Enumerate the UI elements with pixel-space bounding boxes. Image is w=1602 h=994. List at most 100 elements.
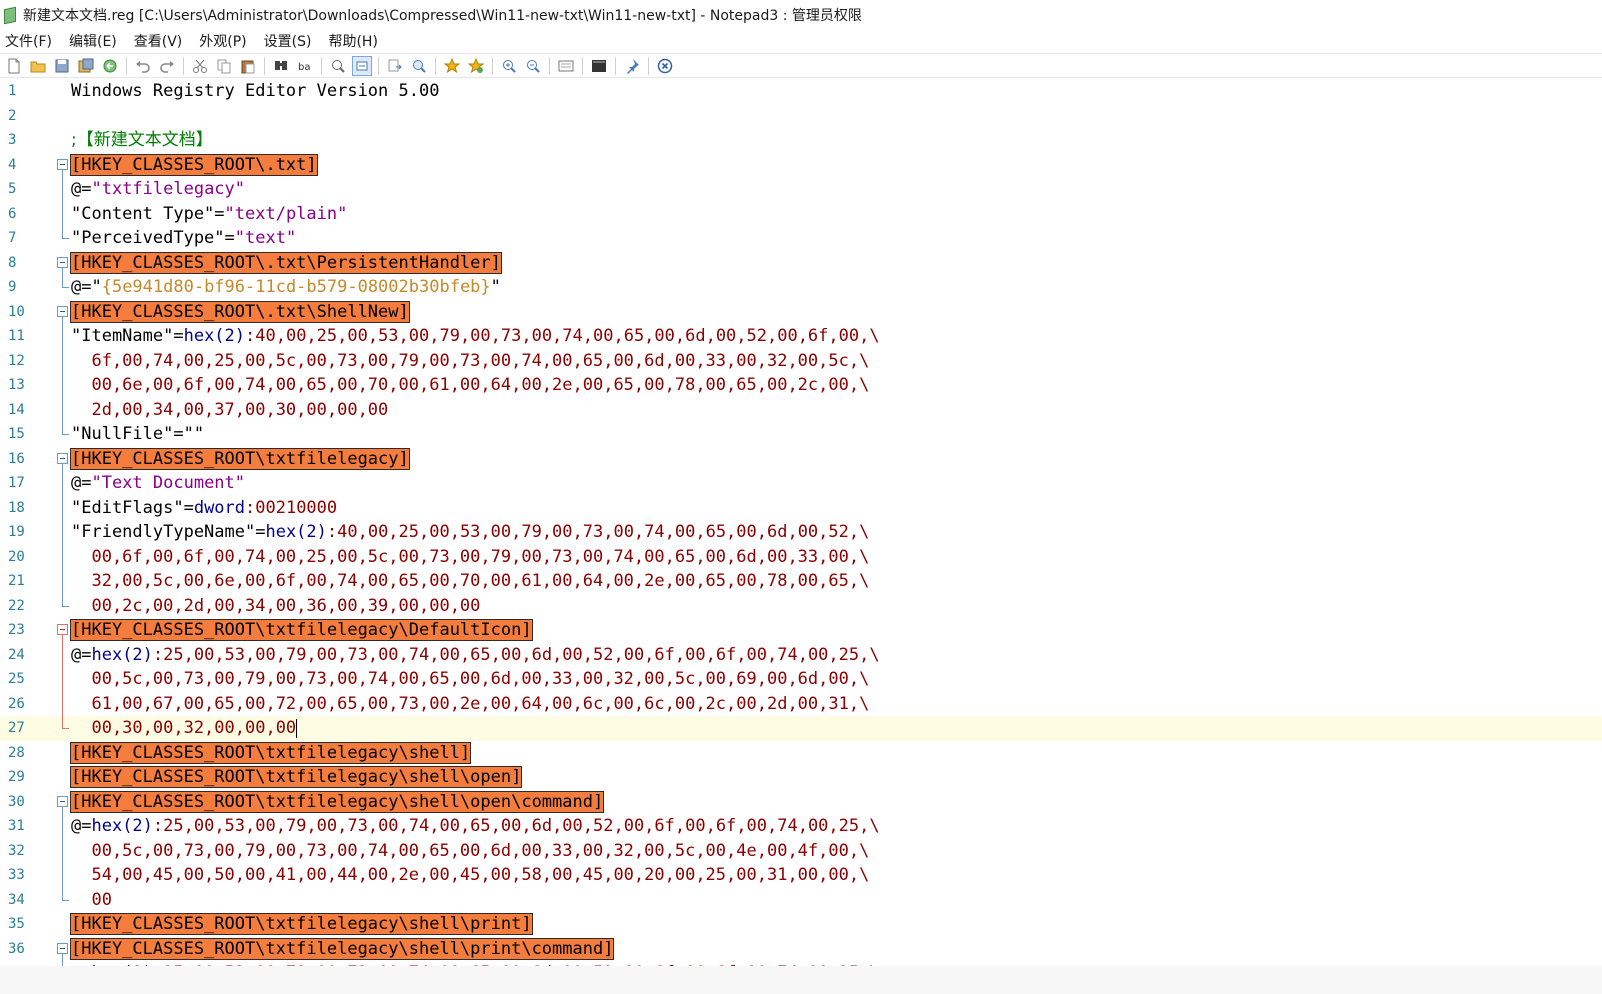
line-number: 15 (8, 426, 25, 442)
zoom-in-icon[interactable] (499, 56, 519, 76)
zoom-find-icon[interactable] (409, 56, 429, 76)
cut-icon[interactable] (190, 56, 210, 76)
menu-item-2[interactable]: 查看(V) (129, 31, 189, 51)
undo-icon[interactable] (133, 56, 153, 76)
editor-line[interactable]: 12 6f,00,74,00,25,00,5c,00,73,00,79,00,7… (0, 348, 1602, 373)
fold-margin (56, 912, 69, 937)
fold-guide (56, 544, 69, 569)
copy-icon[interactable] (214, 56, 234, 76)
exit-icon[interactable] (655, 56, 675, 76)
code-token: "FriendlyTypeName"= (71, 522, 266, 542)
editor-line[interactable]: 7 "PerceivedType"="text" (0, 226, 1602, 251)
horizontal-scrollbar[interactable] (0, 966, 1602, 994)
editor-area[interactable]: 1 Windows Registry Editor Version 5.00 2 3;… (0, 79, 1602, 994)
editor-line[interactable]: 23 [HKEY_CLASSES_ROOT\txtfilelegacy\Defau… (0, 618, 1602, 643)
editor-line[interactable]: 26 61,00,67,00,65,00,72,00,65,00,73,00,2… (0, 691, 1602, 716)
editor-line[interactable]: 10 [HKEY_CLASSES_ROOT\.txt\ShellNew] (0, 300, 1602, 325)
registry-key-section: [HKEY_CLASSES_ROOT\txtfilelegacy\shell\p… (69, 937, 615, 960)
revert-icon[interactable] (100, 56, 120, 76)
code-token: @= (71, 644, 92, 665)
editor-line[interactable]: 9 @="{5e941d80-bf96-11cd-b579-08002b30bfe… (0, 275, 1602, 300)
editor-line[interactable]: 30 [HKEY_CLASSES_ROOT\txtfilelegacy\shell… (0, 790, 1602, 815)
registry-key-section: [HKEY_CLASSES_ROOT\txtfilelegacy\shell\o… (69, 766, 523, 788)
editor-line[interactable]: 14 2d,00,34,00,37,00,30,00,00,00 (0, 397, 1602, 422)
editor-line[interactable]: 32 00,5c,00,73,00,79,00,73,00,74,00,65,0… (0, 838, 1602, 863)
menu-item-4[interactable]: 设置(S) (259, 31, 318, 51)
add-favorite-icon[interactable] (466, 56, 486, 76)
editor-line[interactable]: 17 @="Text Document" (0, 471, 1602, 496)
fold-guide (56, 495, 69, 520)
editor-line[interactable]: 20 00,6f,00,6f,00,74,00,25,00,5c,00,73,0… (0, 544, 1602, 569)
editor-line[interactable]: 1 Windows Registry Editor Version 5.00 (0, 79, 1602, 104)
fold-toggle-icon[interactable] (56, 618, 69, 643)
replace-icon[interactable]: ba (295, 56, 315, 76)
fold-toggle-icon[interactable] (56, 153, 69, 178)
code-token: ;【新建文本文档】 (71, 130, 213, 150)
terminal-icon[interactable] (589, 56, 609, 76)
editor-line[interactable]: 3 ;【新建文本文档】 (0, 128, 1602, 153)
editor-line[interactable]: 35 [HKEY_CLASSES_ROOT\txtfilelegacy\shell… (0, 912, 1602, 937)
favorite-icon[interactable] (442, 56, 462, 76)
editor-line[interactable]: 31 @=hex(2):25,00,53,00,79,00,73,00,74,00… (0, 814, 1602, 839)
redo-icon[interactable] (157, 56, 177, 76)
line-number: 18 (8, 499, 25, 516)
goto-icon[interactable] (385, 56, 405, 76)
registry-key-section: [HKEY_CLASSES_ROOT\txtfilelegacy\shell\p… (70, 913, 533, 935)
line-number: 9 (8, 279, 17, 295)
editor-line[interactable]: 6 "Content Type"="text/plain" (0, 201, 1602, 226)
editor-line[interactable]: 21 32,00,5c,00,6e,00,6f,00,74,00,65,00,7… (0, 569, 1602, 594)
scheme-icon[interactable] (556, 56, 576, 76)
fold-margin (56, 79, 69, 104)
editor-line[interactable]: 22 00,2c,00,2d,00,34,00,36,00,39,00,00,0… (0, 593, 1602, 619)
save-icon[interactable] (52, 56, 72, 76)
editor-line[interactable]: 13 00,6e,00,6f,00,74,00,65,00,70,00,61,0… (0, 373, 1602, 398)
fold-toggle-icon[interactable] (56, 300, 69, 325)
code-text: @=hex(2):25,00,53,00,79,00,73,00,74,00,6… (71, 816, 880, 836)
new-file-icon[interactable] (4, 56, 24, 76)
fold-guide (56, 863, 69, 888)
fold-toggle-icon[interactable] (56, 251, 69, 276)
editor-line[interactable]: 27 00,30,00,32,00,00,00 (0, 716, 1602, 741)
menu-item-1[interactable]: 编辑(E) (64, 31, 123, 51)
find-icon[interactable] (271, 56, 291, 76)
pin-icon[interactable] (622, 56, 642, 76)
editor-line[interactable]: 36 [HKEY_CLASSES_ROOT\txtfilelegacy\shell… (0, 937, 1602, 962)
code-text: 00 (71, 890, 111, 910)
line-number: 35 (8, 916, 25, 932)
editor-line[interactable]: 24 @=hex(2):25,00,53,00,79,00,73,00,74,00… (0, 642, 1602, 667)
menu-item-0[interactable]: 文件(F) (0, 31, 58, 51)
fold-guide-end (56, 716, 69, 741)
editor-line[interactable]: 28 [HKEY_CLASSES_ROOT\txtfilelegacy\shell… (0, 741, 1602, 766)
editor-line[interactable]: 15 "NullFile"="" (0, 422, 1602, 447)
editor-line[interactable]: 16 [HKEY_CLASSES_ROOT\txtfilelegacy] (0, 447, 1602, 472)
zoom-out-icon[interactable] (523, 56, 543, 76)
editor-line[interactable]: 8 [HKEY_CLASSES_ROOT\.txt\PersistentHandl… (0, 251, 1602, 276)
editor-line[interactable]: 4 [HKEY_CLASSES_ROOT\.txt] (0, 153, 1602, 178)
view-whitespace-icon[interactable] (352, 55, 372, 76)
wordwrap-icon[interactable] (328, 56, 348, 76)
editor-line[interactable]: 11 "ItemName"=hex(2):40,00,25,00,53,00,79… (0, 324, 1602, 349)
fold-toggle-icon[interactable] (56, 790, 69, 815)
editor-line[interactable]: 29 [HKEY_CLASSES_ROOT\txtfilelegacy\shell… (0, 765, 1602, 790)
code-text: [HKEY_CLASSES_ROOT\txtfilelegacy] (70, 447, 410, 470)
editor-line[interactable]: 25 00,5c,00,73,00,79,00,73,00,74,00,65,0… (0, 667, 1602, 692)
editor-line[interactable]: 19 "FriendlyTypeName"=hex(2):40,00,25,00,… (0, 520, 1602, 545)
fold-toggle-icon[interactable] (56, 447, 69, 472)
editor-line[interactable]: 5 @="txtfilelegacy" (0, 177, 1602, 202)
toolbar-separator (321, 56, 322, 75)
paste-icon[interactable] (238, 56, 258, 76)
editor-line[interactable]: 2 (0, 104, 1602, 129)
fold-toggle-icon[interactable] (56, 937, 69, 962)
editor-line[interactable]: 34 00 (0, 887, 1602, 913)
editor-line[interactable]: 33 54,00,45,00,50,00,41,00,44,00,2e,00,4… (0, 863, 1602, 888)
line-number: 21 (8, 573, 25, 589)
menu-item-5[interactable]: 帮助(H) (323, 31, 383, 51)
editor-line[interactable]: 18 "EditFlags"=dword:00210000 (0, 495, 1602, 520)
line-number: 3 (8, 132, 17, 148)
open-folder-icon[interactable] (28, 56, 48, 76)
code-text: [HKEY_CLASSES_ROOT\txtfilelegacy\shell] (69, 741, 472, 764)
menu-item-3[interactable]: 外观(P) (194, 31, 252, 51)
save-as-icon[interactable] (76, 56, 96, 76)
line-number: 26 (8, 695, 25, 712)
code-token: 00,5c,00,73,00,79,00,73,00,74,00,65,00,6… (71, 669, 870, 689)
